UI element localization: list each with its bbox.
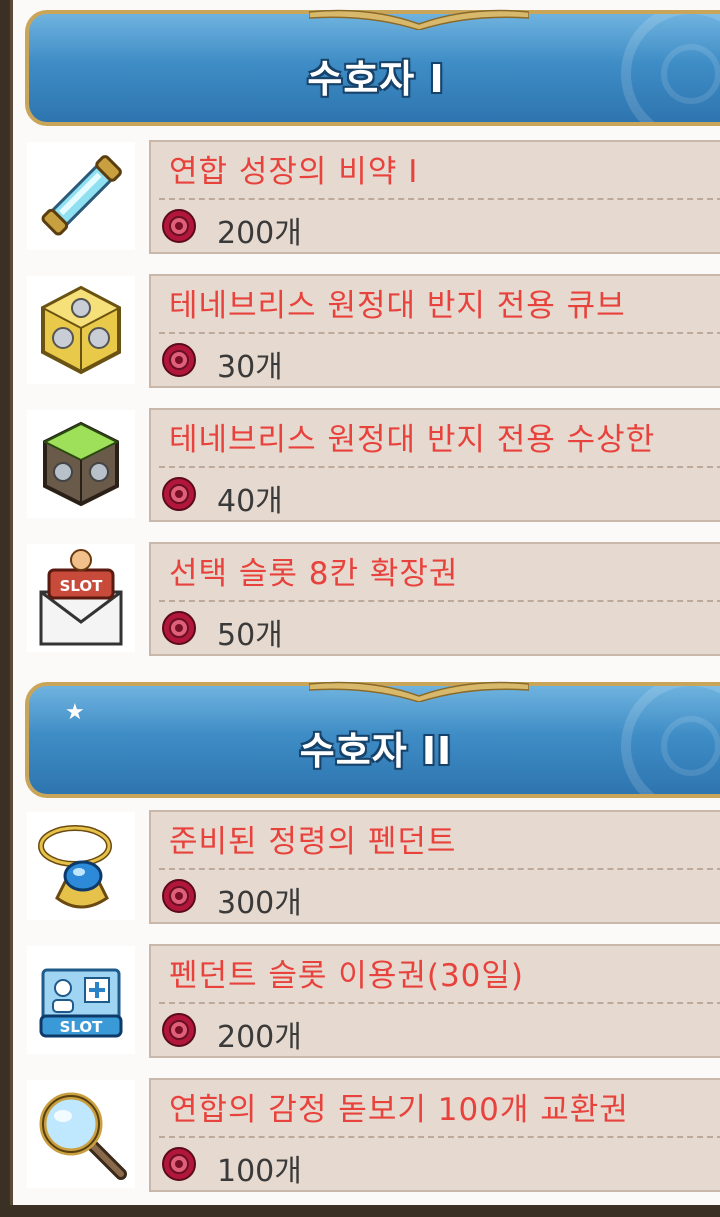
shop-item[interactable]: SLOT 선택 슬롯 8칸 확장권 50개 — [23, 538, 720, 660]
golden-cube-icon — [40, 285, 122, 375]
shop-item[interactable]: 준비된 정령의 펜던트 300개 — [23, 806, 720, 928]
item-price: 40개 — [217, 484, 283, 519]
pendant-icon — [38, 825, 112, 909]
union-coin-icon — [162, 1147, 196, 1181]
union-coin-icon — [162, 477, 196, 511]
item-price: 50개 — [217, 618, 283, 653]
item-name: 연합의 감정 돋보기 100개 교환권 — [169, 1092, 629, 1128]
item-icon-box: SLOT — [27, 946, 135, 1054]
union-coin-icon — [162, 1013, 196, 1047]
item-info: 펜던트 슬롯 이용권(30일) 200개 — [149, 944, 720, 1058]
item-name: 테네브리스 원정대 반지 전용 큐브 — [169, 288, 626, 324]
divider — [159, 332, 720, 334]
item-name: 연합 성장의 비약 I — [169, 154, 419, 190]
union-coin-icon — [162, 611, 196, 645]
divider — [159, 198, 720, 200]
slot-card-icon: SLOT — [39, 968, 123, 1038]
section-title: 수호자 I — [307, 57, 445, 101]
item-info: 연합 성장의 비약 I 200개 — [149, 140, 720, 254]
slot-envelope-icon: SLOT — [39, 549, 123, 646]
divider — [159, 1136, 720, 1138]
divider — [159, 600, 720, 602]
divider — [159, 466, 720, 468]
item-info: 연합의 감정 돋보기 100개 교환권 100개 — [149, 1078, 720, 1192]
item-icon-box — [27, 812, 135, 920]
crest-ornament-icon — [309, 681, 529, 702]
item-price: 100개 — [217, 1154, 302, 1189]
shop-item[interactable]: SLOT 펜던트 슬롯 이용권(30일) 200개 — [23, 940, 720, 1062]
divider — [159, 868, 720, 870]
potion-scroll-icon — [41, 155, 122, 236]
item-name: 준비된 정령의 펜던트 — [169, 824, 457, 860]
item-info: 선택 슬롯 8칸 확장권 50개 — [149, 542, 720, 656]
magnifier-icon — [39, 1092, 127, 1180]
item-info: 테네브리스 원정대 반지 전용 큐브 30개 — [149, 274, 720, 388]
item-price: 300개 — [217, 886, 302, 921]
svg-text:SLOT: SLOT — [60, 577, 104, 595]
item-name: 펜던트 슬롯 이용권(30일) — [169, 958, 525, 994]
item-price: 200개 — [217, 1020, 302, 1055]
shop-item[interactable]: 연합의 감정 돋보기 100개 교환권 100개 — [23, 1074, 720, 1196]
item-name: 테네브리스 원정대 반지 전용 수상한 — [169, 422, 656, 458]
shop-item[interactable]: 테네브리스 원정대 반지 전용 큐브 30개 — [23, 270, 720, 392]
item-icon-box — [27, 410, 135, 518]
item-icon-box — [27, 1080, 135, 1188]
item-icon-box: SLOT — [27, 544, 135, 652]
green-cube-icon — [42, 421, 120, 507]
section-title: 수호자 II — [299, 729, 453, 773]
shop-item[interactable]: 테네브리스 원정대 반지 전용 수상한 40개 — [23, 404, 720, 526]
item-icon-box — [27, 142, 135, 250]
union-coin-icon — [162, 343, 196, 377]
item-price: 30개 — [217, 350, 283, 385]
item-info: 준비된 정령의 펜던트 300개 — [149, 810, 720, 924]
item-icon-box — [27, 276, 135, 384]
item-price: 200개 — [217, 216, 302, 251]
item-name: 선택 슬롯 8칸 확장권 — [169, 556, 459, 592]
item-info: 테네브리스 원정대 반지 전용 수상한 40개 — [149, 408, 720, 522]
shop-item[interactable]: 연합 성장의 비약 I 200개 — [23, 136, 720, 258]
union-coin-icon — [162, 879, 196, 913]
shop-panel: 수호자 I 연합 성장의 비약 I 200개 테네브리스 원정대 반지 전용 큐… — [10, 0, 720, 1205]
crest-ornament-icon — [309, 9, 529, 30]
union-coin-icon — [162, 209, 196, 243]
divider — [159, 1002, 720, 1004]
svg-text:SLOT: SLOT — [60, 1018, 104, 1036]
